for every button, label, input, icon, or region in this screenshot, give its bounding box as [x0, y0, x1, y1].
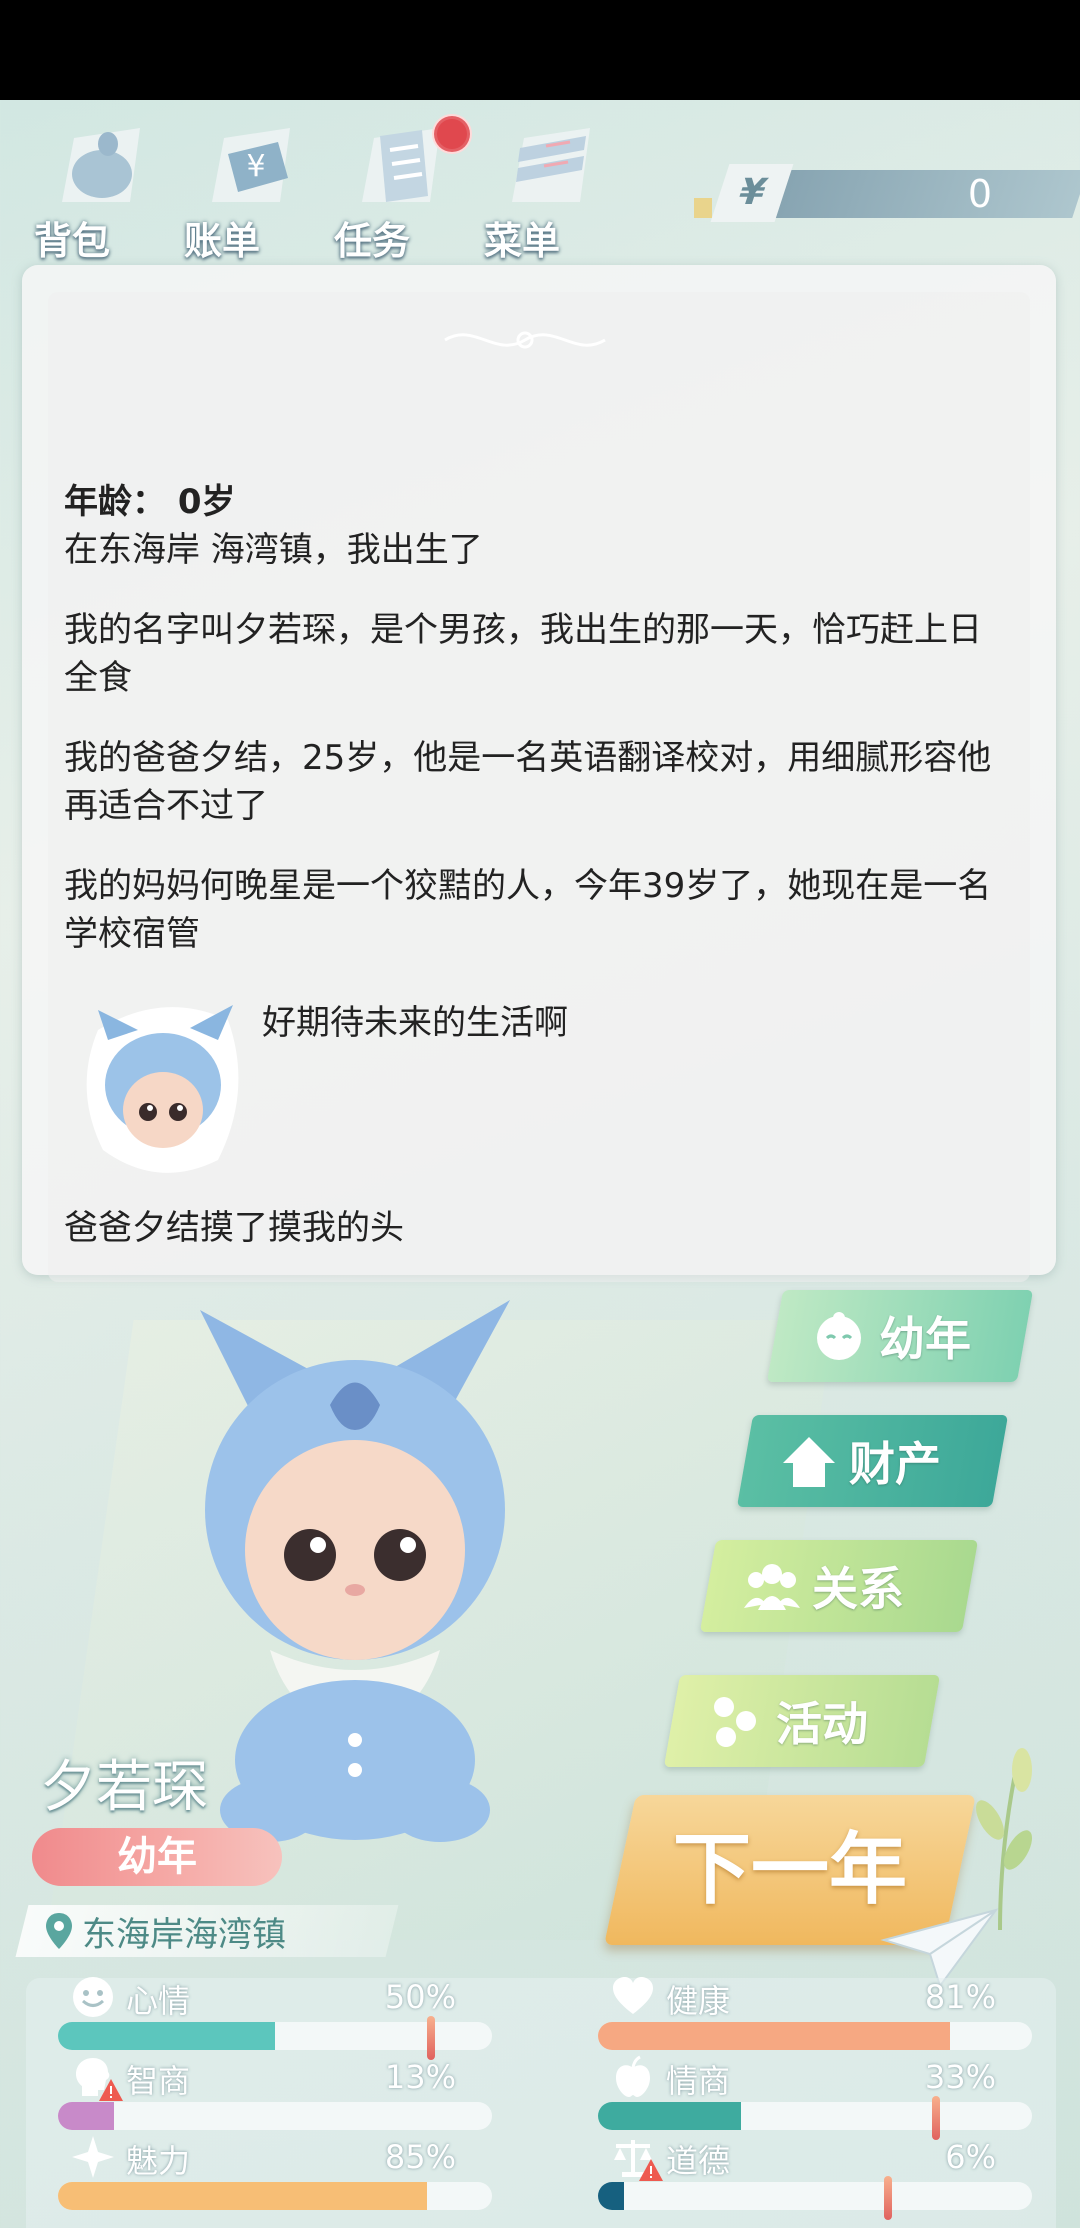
location-pin-icon: [46, 1913, 72, 1949]
house-icon: [783, 1437, 835, 1487]
people-icon: [744, 1564, 800, 1610]
relations-button-label: 关系: [812, 1562, 904, 1616]
stat-bar: [598, 2022, 1032, 2050]
activity-button-label: 活动: [776, 1697, 868, 1751]
stat-bar-fill: [58, 2182, 427, 2210]
stat-bar-fill: [58, 2102, 115, 2130]
activity-button[interactable]: 活动: [663, 1675, 941, 1767]
flourish-ornament-icon: [444, 331, 606, 349]
backpack-button[interactable]: 背包: [34, 110, 164, 263]
location: 东海岸海湾镇: [44, 1905, 286, 1957]
smile-icon: [73, 1977, 113, 2017]
avatar-quote: 好期待未来的生活啊: [262, 1003, 568, 1043]
stat-name: 健康: [666, 1982, 731, 2020]
location-text: 东海岸海湾镇: [82, 1914, 286, 1955]
story-paragraph: 我的爸爸夕结，25岁，他是一名英语翻译校对，用细腻形容他再适合不过了: [64, 738, 992, 826]
story-paragraph: 我的名字叫夕若琛，是个男孩，我出生的那一天，恰巧赶上日全食: [64, 610, 982, 698]
money-value: 0: [967, 172, 993, 216]
menu-label: 菜单: [484, 219, 561, 263]
money-display: ¥ 0: [694, 164, 1080, 222]
character-name: 夕若琛: [40, 1755, 208, 1820]
life-stage-badge: 幼年: [32, 1828, 282, 1886]
stat-morality: 道德 6%: [566, 2138, 1032, 2220]
stat-value: 13%: [384, 2058, 456, 2096]
stat-bar: [598, 2102, 1032, 2130]
stat-name: 心情: [126, 1982, 191, 2020]
stat-name: 智商: [126, 2062, 191, 2100]
stat-name: 魅力: [126, 2142, 191, 2180]
svg-text:¥: ¥: [246, 149, 265, 184]
event-line: 爸爸夕结摸了摸我的头: [64, 1208, 404, 1248]
stat-name: 道德: [666, 2142, 731, 2180]
task-button[interactable]: 任务: [334, 110, 470, 263]
stats-panel: 心情 50% 健康 81% 智商 13% 情商 33% 魅力 85% 道德 6%: [26, 1977, 1056, 2228]
bill-button[interactable]: ¥ 账单: [184, 110, 314, 263]
warning-icon: [99, 2079, 123, 2101]
stat-bar: [598, 2182, 1032, 2210]
stat-mood: 心情 50%: [26, 1977, 492, 2060]
stat-value: 81%: [924, 1978, 996, 2016]
status-bar: [0, 0, 1080, 100]
baby-face-icon: [817, 1312, 861, 1360]
activity-icon: [714, 1697, 756, 1747]
stat-health: 健康 81%: [566, 1977, 1032, 2058]
leaf-decoration-icon: [976, 1748, 1032, 1930]
baby-character-illustration: [200, 1300, 510, 1842]
stage-button-label: 幼年: [879, 1312, 971, 1366]
heart-icon: [613, 1977, 653, 2014]
menu-icon: [512, 128, 590, 202]
stat-bar-fill: [598, 2102, 742, 2130]
stat-value: 50%: [384, 1978, 456, 2016]
backpack-label: 背包: [34, 219, 111, 263]
stat-charm: 魅力 85%: [26, 2136, 492, 2218]
stat-iq: 智商 13%: [26, 2058, 492, 2138]
stat-marker: [426, 2016, 435, 2060]
relations-button[interactable]: 关系: [699, 1540, 979, 1632]
menu-button[interactable]: 菜单: [484, 110, 614, 263]
story-text: 年龄： 0岁 在东海岸 海湾镇，我出生了 我的名字叫夕若琛，是个男孩，我出生的那…: [64, 478, 1004, 990]
story-paragraph: 我的妈妈何晚星是一个狡黠的人，今年39岁了，她现在是一名学校宿管: [64, 866, 992, 954]
stat-eq: 情商 33%: [566, 2055, 1032, 2140]
stat-value: 6%: [945, 2138, 996, 2176]
stat-bar: [58, 2102, 492, 2130]
stat-value: 85%: [384, 2138, 456, 2176]
assets-button-label: 财产: [849, 1437, 941, 1491]
stat-marker: [932, 2096, 941, 2140]
coin-icon: [694, 198, 712, 218]
stat-value: 33%: [924, 2058, 996, 2096]
story-paragraph: 在东海岸 海湾镇，我出生了: [64, 530, 483, 570]
age-line: 年龄： 0岁: [64, 482, 236, 522]
stat-bar: [58, 2182, 492, 2210]
stat-bar-fill: [58, 2022, 275, 2050]
stat-bar-fill: [598, 2182, 625, 2210]
task-notification-dot: [434, 116, 470, 152]
apple-icon: [616, 2055, 650, 2097]
bill-label: 账单: [184, 219, 261, 263]
task-label: 任务: [334, 219, 411, 263]
sparkle-icon: [72, 2136, 114, 2178]
assets-button[interactable]: 财产: [736, 1415, 1009, 1507]
stat-name: 情商: [666, 2062, 731, 2100]
backpack-icon: [62, 128, 140, 202]
character-avatar-icon: [86, 1005, 239, 1173]
stat-marker: [884, 2176, 893, 2220]
stage-button-childhood[interactable]: 幼年: [766, 1290, 1034, 1382]
warning-icon: [639, 2159, 663, 2181]
stat-bar-fill: [598, 2022, 950, 2050]
bill-icon: ¥: [212, 128, 290, 202]
